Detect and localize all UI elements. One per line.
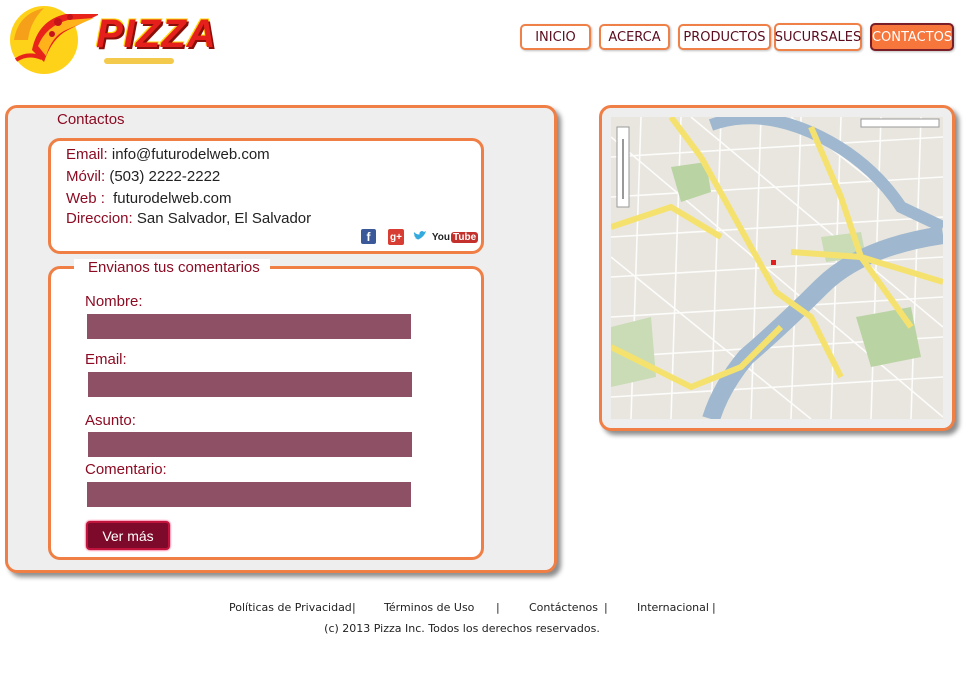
footer-separator: | [352,601,356,614]
web-line: Web : futurodelweb.com [66,190,231,207]
name-input[interactable] [87,314,411,339]
footer-link-terms[interactable]: Términos de Uso [384,601,474,614]
logo[interactable]: PIZZA [8,0,223,78]
youtube-icon[interactable]: You Tube [432,229,479,245]
email-line: Email: info@futurodelweb.com [66,146,270,163]
subject-input[interactable] [88,432,412,457]
submit-button[interactable]: Ver más [86,521,170,550]
address-label: Direccion: [66,210,133,227]
email-label: Email: [66,146,108,163]
nav-inicio[interactable]: INICIO [520,24,591,50]
footer-separator: | [496,601,500,614]
footer-separator: | [604,601,608,614]
main-nav: INICIO ACERCA PRODUCTOS SUCURSALES CONTA… [520,23,960,54]
googleplus-icon[interactable]: g+ [388,229,404,245]
pizza-slice-icon [10,6,98,74]
footer-link-contact[interactable]: Contáctenos [529,601,598,614]
form-email-label: Email: [85,351,127,368]
footer-link-international[interactable]: Internacional [637,601,709,614]
youtube-tube-text: Tube [451,231,479,243]
twitter-icon[interactable] [412,229,428,243]
nav-acerca[interactable]: ACERCA [599,24,670,50]
nav-contactos[interactable]: CONTACTOS [870,23,954,51]
address-value: San Salvador, El Salvador [136,210,312,227]
address-line: Direccion: San Salvador, El Salvador [66,210,311,227]
web-value[interactable]: futurodelweb.com [113,190,231,207]
contacts-title: Contactos [57,111,125,128]
footer-separator: | [712,601,716,614]
comment-label: Comentario: [85,461,167,478]
subject-label: Asunto: [85,412,136,429]
form-title: Envianos tus comentarios [74,259,270,276]
name-label: Nombre: [85,293,143,310]
mobile-value: (503) 2222-2222 [109,168,221,185]
logo-text: PIZZA [96,12,217,56]
facebook-icon[interactable]: f [361,229,376,244]
map-graphic [611,117,943,419]
nav-sucursales[interactable]: SUCURSALES [774,23,862,51]
location-map[interactable] [611,117,943,419]
comment-input[interactable] [87,482,411,507]
web-label: Web : [66,190,105,207]
email-input[interactable] [88,372,412,397]
mobile-line: Móvil: (503) 2222-2222 [66,168,220,185]
youtube-you-text: You [431,231,450,243]
mobile-label: Móvil: [66,168,106,185]
copyright-text: (c) 2013 Pizza Inc. Todos los derechos r… [324,622,600,635]
map-marker-icon [771,260,776,265]
footer-link-privacy[interactable]: Políticas de Privacidad [229,601,352,614]
logo-underline [104,58,174,64]
email-value[interactable]: info@futurodelweb.com [112,146,270,163]
nav-productos[interactable]: PRODUCTOS [678,24,771,50]
footer-links: Políticas de Privacidad | Términos de Us… [0,601,964,617]
